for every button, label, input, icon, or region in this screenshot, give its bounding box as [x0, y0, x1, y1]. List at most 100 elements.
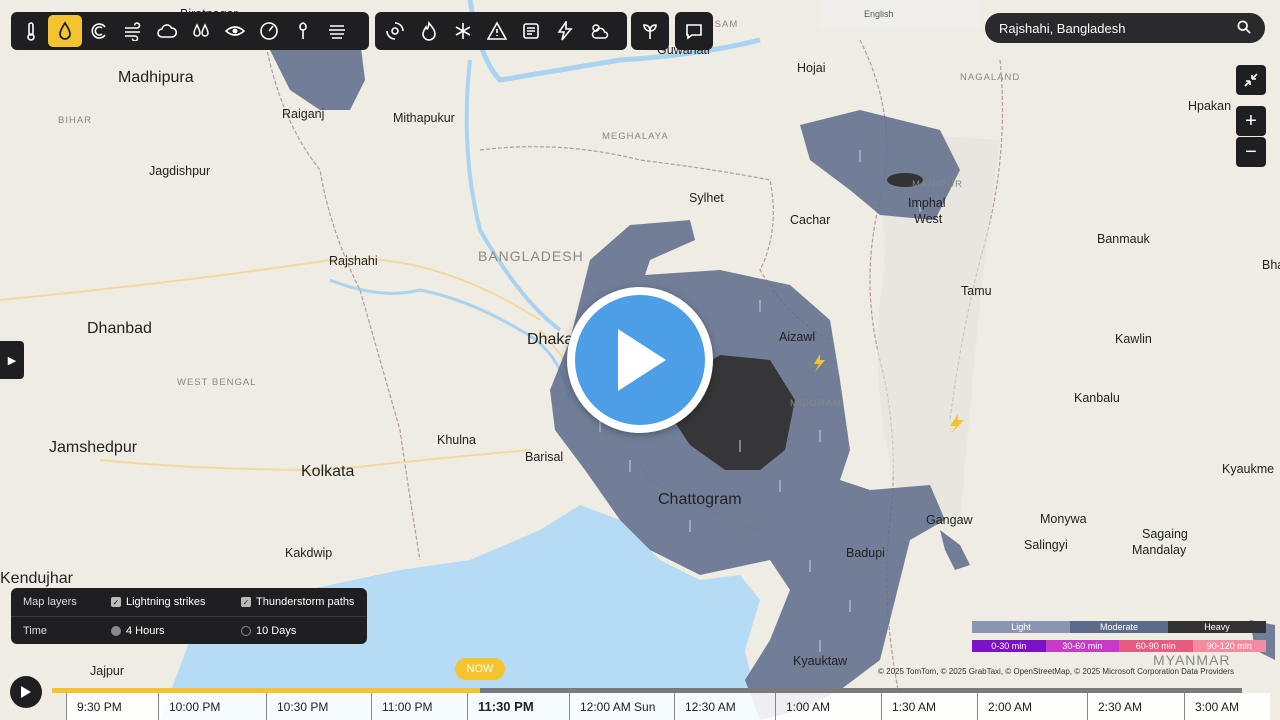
- radio-icon: [111, 625, 121, 636]
- map-label: NAGALAND: [960, 72, 1020, 83]
- map-label: Khulna: [437, 433, 476, 447]
- timeline-time-tick[interactable]: 3:00 AM: [1184, 693, 1270, 720]
- attribution: © 2025 TomTom, © 2025 GrabTaxi, © OpenSt…: [878, 667, 1235, 676]
- search-input[interactable]: [999, 20, 1219, 36]
- language-selector[interactable]: English: [820, 0, 980, 28]
- timeline-time-tick[interactable]: 1:00 AM: [775, 693, 881, 720]
- timeline-time-tick[interactable]: 2:30 AM: [1087, 693, 1184, 720]
- play-icon: [618, 329, 666, 391]
- humidity-layer-button[interactable]: [184, 15, 218, 47]
- map-label: Sagaing: [1142, 527, 1188, 541]
- time-label: Time: [23, 624, 48, 637]
- warning-layer-button[interactable]: [480, 15, 514, 47]
- warning-icon: [487, 21, 507, 40]
- timeline-time-tick[interactable]: 10:30 PM: [266, 693, 371, 720]
- timeline-time-tick[interactable]: 9:30 PM: [66, 693, 158, 720]
- four-hours-label: 4 Hours: [126, 624, 165, 637]
- fire-icon: [422, 21, 436, 41]
- legend-duration-item: 90-120 min: [1192, 640, 1266, 652]
- map-label: Jamshedpur: [49, 439, 138, 456]
- wind-layer-button[interactable]: [116, 15, 150, 47]
- cloud-sun-layer-button[interactable]: [582, 15, 616, 47]
- legend-duration-item: 0-30 min: [972, 640, 1046, 652]
- map-label: Badupi: [846, 546, 885, 560]
- fire-layer-button[interactable]: [412, 15, 446, 47]
- legend-intensity-item: Light: [972, 621, 1070, 633]
- toolbar-chat: [675, 12, 713, 50]
- map-label: Mithapukur: [393, 111, 455, 125]
- thermometer-icon: [27, 22, 35, 41]
- search-box: [985, 13, 1265, 43]
- map-label: MEGHALAYA: [602, 131, 669, 142]
- collapse-icon[interactable]: [1236, 65, 1266, 95]
- wind-gust-layer-button[interactable]: [82, 15, 116, 47]
- search-icon[interactable]: [1237, 19, 1251, 37]
- zoom-in-button[interactable]: +: [1236, 106, 1266, 136]
- ten-days-label: 10 Days: [256, 624, 297, 637]
- lightning-strikes-label: Lightning strikes: [126, 596, 206, 608]
- news-layer-button[interactable]: [514, 15, 548, 47]
- timeline-time-tick[interactable]: 12:30 AM: [674, 693, 775, 720]
- timeline-time-tick[interactable]: 10:00 PM: [158, 693, 266, 720]
- lightning-layer-button[interactable]: [548, 15, 582, 47]
- four-hours-radio[interactable]: 4 Hours: [111, 625, 241, 637]
- layers-panel: Map layers ✓ Lightning strikes ✓ Thunder…: [11, 588, 367, 644]
- toolbar-alerts: [375, 12, 627, 50]
- pollen-icon: [299, 22, 307, 39]
- timeline-time-tick[interactable]: 11:30 PM: [467, 693, 569, 720]
- language-label: English: [864, 9, 894, 19]
- timeline: NOW 9:30 PM 10:00 PM 10:30 PM 11:00 PM 11:30…: [0, 658, 1280, 720]
- fog-layer-button[interactable]: [320, 15, 354, 47]
- legend-duration-item: 60-90 min: [1119, 640, 1193, 652]
- map-label: Salingyi: [1024, 538, 1068, 552]
- map-label: Barisal: [525, 450, 563, 464]
- droplet-layer-button[interactable]: [48, 15, 82, 47]
- map-label: Aizawl: [779, 330, 815, 344]
- pressure-gauge-layer-button[interactable]: [252, 15, 286, 47]
- thermometer-layer-button[interactable]: [14, 15, 48, 47]
- map-label: MANIPUR: [912, 179, 963, 190]
- map-label: Rajshahi: [329, 254, 378, 268]
- time-ticks: 9:30 PM 10:00 PM 10:30 PM 11:00 PM 11:30 PM 1…: [66, 693, 1270, 720]
- lightning-strikes-checkbox[interactable]: ✓ Lightning strikes: [111, 596, 241, 608]
- video-play-button[interactable]: [567, 287, 713, 433]
- map-label: Sylhet: [689, 191, 724, 205]
- map-label: Hojai: [797, 61, 826, 75]
- cloud-icon: [157, 24, 177, 38]
- wind-icon: [125, 22, 141, 41]
- thunderstorm-paths-checkbox[interactable]: ✓ Thunderstorm paths: [241, 596, 354, 608]
- legend-intensity-item: Heavy: [1168, 621, 1266, 633]
- intensity-legend: Light Moderate Heavy: [972, 621, 1266, 633]
- map-label: Jagdishpur: [149, 164, 210, 178]
- snowflake-layer-button[interactable]: [446, 15, 480, 47]
- chat-layer-button[interactable]: [678, 15, 710, 47]
- hurricane-layer-button[interactable]: [378, 15, 412, 47]
- map-label: Kendujhar: [0, 570, 74, 587]
- map-label: Kanbalu: [1074, 391, 1120, 405]
- map-label: BIHAR: [58, 115, 92, 126]
- toolbar-weather-layers: [11, 12, 369, 50]
- eye-layer-button[interactable]: [218, 15, 252, 47]
- map-label: Gangaw: [926, 513, 974, 527]
- map-label: Hpakan: [1188, 99, 1231, 113]
- map-label: Imphal: [908, 196, 946, 210]
- legend-intensity-item: Moderate: [1070, 621, 1168, 633]
- plant-layer-button[interactable]: [634, 15, 666, 47]
- zoom-out-button[interactable]: −: [1236, 137, 1266, 167]
- precip-legend: Light Moderate Heavy 0-30 min 30-60 min 60-9…: [972, 621, 1266, 652]
- check-icon: ✓: [241, 597, 251, 607]
- pollen-layer-button[interactable]: [286, 15, 320, 47]
- timeline-play-button[interactable]: [10, 676, 42, 708]
- side-panel-toggle[interactable]: ▶: [0, 341, 24, 379]
- cloud-layer-button[interactable]: [150, 15, 184, 47]
- ten-days-radio[interactable]: 10 Days: [241, 625, 296, 637]
- timeline-time-tick[interactable]: 12:00 AM Sun: [569, 693, 674, 720]
- map-label: Banmauk: [1097, 232, 1151, 246]
- timeline-time-tick[interactable]: 2:00 AM: [977, 693, 1087, 720]
- map-label: Kakdwip: [285, 546, 332, 560]
- timeline-time-tick[interactable]: 1:30 AM: [881, 693, 977, 720]
- duration-legend: 0-30 min 30-60 min 60-90 min 90-120 min: [972, 640, 1266, 652]
- radio-icon: [241, 625, 251, 636]
- cloud-sun-icon: [591, 24, 609, 39]
- timeline-time-tick[interactable]: 11:00 PM: [371, 693, 467, 720]
